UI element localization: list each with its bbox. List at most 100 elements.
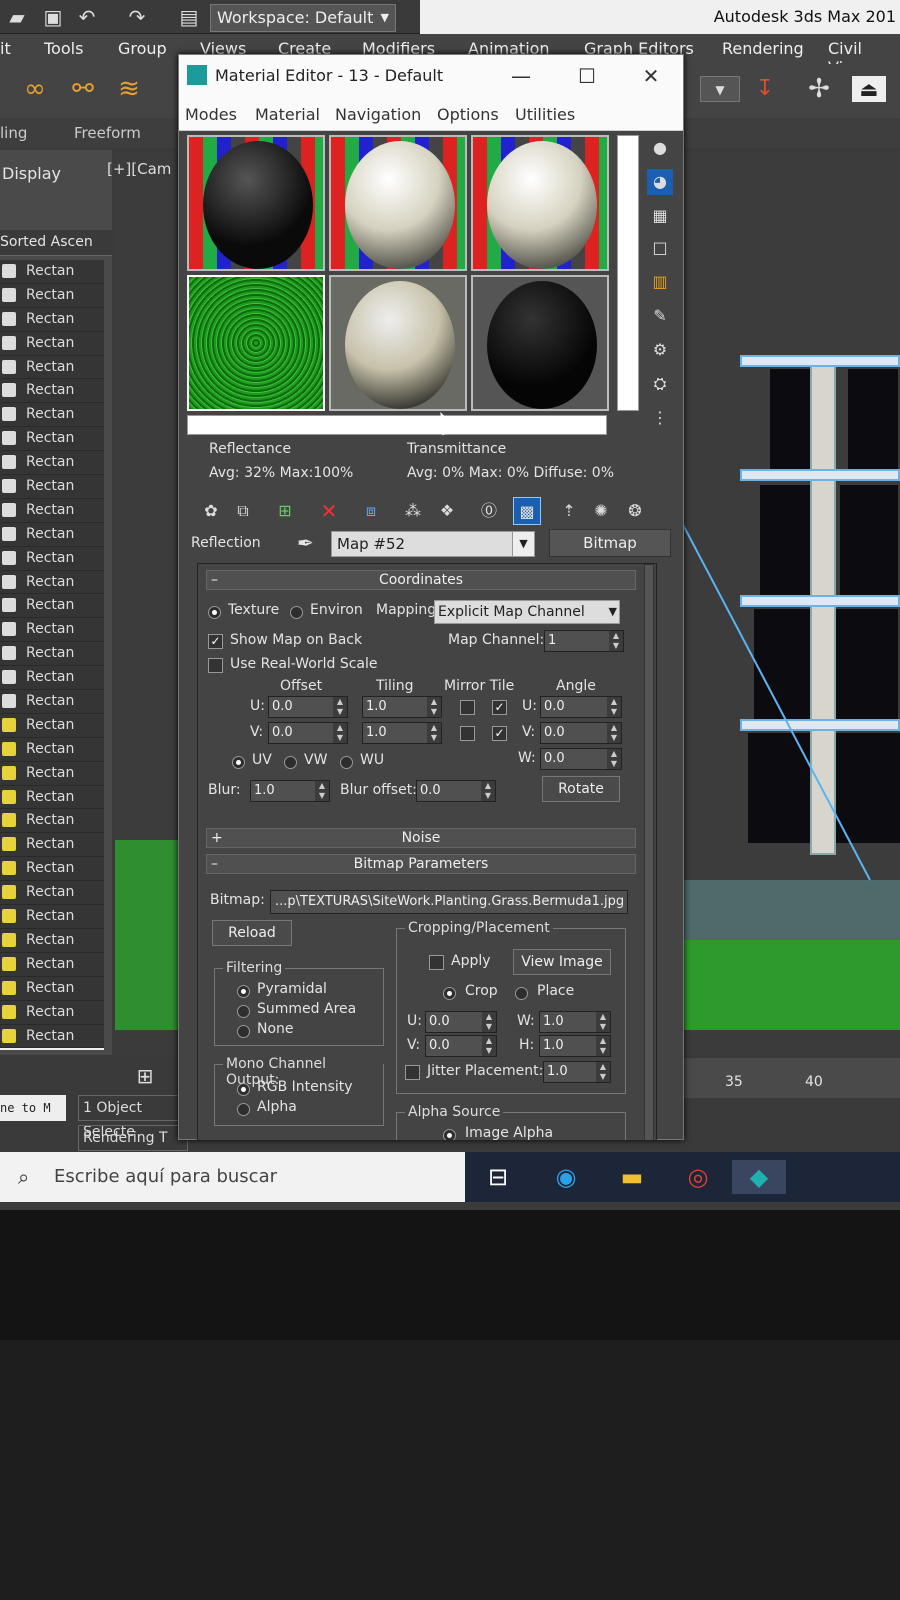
slots-horizontal-scrollbar[interactable]	[187, 415, 607, 435]
mapping-dropdown[interactable]: Explicit Map Channel ▼	[434, 600, 620, 624]
undo-icon[interactable]: ↶	[74, 4, 100, 30]
scene-list-item[interactable]: Rectan	[0, 283, 104, 308]
scene-list-item[interactable]: Rectan	[0, 546, 104, 571]
put-to-scene-icon[interactable]: ⧉	[229, 497, 257, 525]
scene-list-item[interactable]: Rectan	[0, 905, 104, 929]
angle-v-spinner[interactable]: 0.0 ▲ ▼	[540, 722, 622, 744]
shape-object-icon[interactable]	[2, 431, 16, 446]
scene-list-item[interactable]: Rectan	[0, 498, 104, 523]
viewport-label[interactable]: [+][Cam	[107, 160, 171, 178]
project-folder-icon[interactable]: ▤	[176, 4, 202, 30]
jitter-placement-checkbox[interactable]	[405, 1065, 420, 1080]
menu-item-tools[interactable]: Tools	[44, 39, 83, 58]
crop-w-spinner[interactable]: 1.0 ▲ ▼	[539, 1011, 611, 1033]
sort-header[interactable]: Sorted Ascen	[0, 230, 112, 256]
shape-object-icon[interactable]	[2, 407, 16, 422]
sample-slot[interactable]	[329, 135, 467, 271]
light-bulb-icon[interactable]	[2, 885, 16, 900]
eyedropper-icon[interactable]: ✒	[297, 531, 314, 555]
menu-navigation[interactable]: Navigation	[335, 105, 421, 124]
scene-list-item[interactable]: Rectan	[0, 1000, 104, 1025]
display-tab[interactable]: Display	[2, 164, 61, 183]
scene-list-item[interactable]: Rectan	[0, 976, 104, 1001]
scene-list-item[interactable]: Rectan	[0, 928, 104, 953]
open-folder-icon[interactable]: ▰	[4, 4, 30, 30]
scene-object-list[interactable]: Rectan Rectan Rectan Rectan Rectan Rectan Rect…	[0, 260, 104, 1050]
shape-object-icon[interactable]	[2, 455, 16, 470]
crop-h-spinner[interactable]: 1.0 ▲ ▼	[539, 1035, 611, 1057]
place-radio[interactable]	[515, 987, 528, 1000]
shape-object-icon[interactable]	[2, 287, 16, 302]
spinner-arrows-icon[interactable]: ▲ ▼	[607, 749, 621, 769]
go-to-parent-icon[interactable]: ⇡	[555, 497, 583, 525]
scene-list-item[interactable]: Rectan	[0, 355, 104, 380]
scene-list-item[interactable]: Rectan	[0, 618, 104, 643]
task-view-icon[interactable]: ⊟	[480, 1160, 516, 1194]
light-bulb-icon[interactable]	[2, 789, 16, 804]
light-bulb-icon[interactable]	[2, 741, 16, 756]
menu-utilities[interactable]: Utilities	[515, 105, 575, 124]
mirror-u-checkbox[interactable]	[460, 700, 475, 715]
mirror-v-checkbox[interactable]	[460, 726, 475, 741]
menu-material[interactable]: Material	[255, 105, 320, 124]
environ-radio[interactable]	[290, 606, 303, 619]
material-map-navigator-icon[interactable]: ⋮	[647, 405, 673, 431]
map-name-field[interactable]: Map #52 ▼	[331, 531, 535, 557]
time-config-icon[interactable]: ⊞	[132, 1063, 158, 1089]
mono-alpha-radio[interactable]	[237, 1103, 250, 1116]
shape-object-icon[interactable]	[2, 526, 16, 541]
scene-list-item[interactable]: Rectan	[0, 1024, 104, 1049]
maxscript-listener[interactable]: ne to M	[0, 1095, 66, 1121]
blur-spinner[interactable]: 1.0 ▲ ▼	[250, 780, 330, 802]
offset-v-spinner[interactable]: 0.0 ▲ ▼	[268, 722, 348, 744]
show-shaded-material-icon[interactable]: ▩	[513, 497, 541, 525]
assign-to-selection-icon[interactable]: ⊞	[271, 497, 299, 525]
select-upload-icon[interactable]: ⏏	[852, 76, 886, 102]
light-bulb-icon[interactable]	[2, 861, 16, 876]
scene-list-item[interactable]: Rectan	[0, 307, 104, 332]
scene-list-item[interactable]: Rectan	[0, 857, 104, 882]
bitmap-path-button[interactable]: ...p\TEXTURAS\SiteWork.Planting.Grass.Be…	[270, 890, 628, 914]
light-bulb-icon[interactable]	[2, 1028, 16, 1043]
shape-object-icon[interactable]	[2, 598, 16, 613]
scene-list-item[interactable]: Rectan	[0, 379, 104, 404]
shape-object-icon[interactable]	[2, 383, 16, 398]
scene-list-item[interactable]: Rectan	[0, 260, 104, 284]
shape-object-icon[interactable]	[2, 502, 16, 517]
coordinates-rollout-header[interactable]: – Coordinates	[206, 570, 636, 590]
scene-list-item[interactable]: Rectan	[0, 833, 104, 858]
tile-u-checkbox[interactable]: ✓	[492, 700, 507, 715]
shape-object-icon[interactable]	[2, 264, 16, 278]
spinner-arrows-icon[interactable]: ▲ ▼	[609, 631, 623, 651]
light-bulb-icon[interactable]	[2, 765, 16, 780]
shape-object-icon[interactable]	[2, 670, 16, 685]
scene-list-item[interactable]: Rectan	[0, 785, 104, 810]
crop-v-spinner[interactable]: 0.0 ▲ ▼	[425, 1035, 497, 1057]
shape-object-icon[interactable]	[2, 694, 16, 709]
texture-radio[interactable]	[208, 606, 221, 619]
vw-radio[interactable]	[284, 756, 297, 769]
taskbar-search-box[interactable]: ⌕ Escribe aquí para buscar	[0, 1152, 465, 1202]
reset-map-icon[interactable]: ✕	[315, 497, 343, 525]
angle-u-spinner[interactable]: 0.0 ▲ ▼	[540, 696, 622, 718]
scene-list-item[interactable]: Rectan	[0, 809, 104, 834]
scene-list-item[interactable]: Rectan	[0, 666, 104, 691]
make-unique-icon[interactable]: ⁂	[399, 497, 427, 525]
menu-item-rendering[interactable]: Rendering	[722, 39, 804, 58]
3dsmax-taskbar-icon[interactable]: ◆	[732, 1160, 786, 1194]
sample-uv-tiling-icon[interactable]: □	[647, 235, 673, 261]
chrome-browser-icon[interactable]: ◎	[680, 1160, 716, 1194]
shape-object-icon[interactable]	[2, 311, 16, 326]
shape-object-icon[interactable]	[2, 622, 16, 637]
light-bulb-icon[interactable]	[2, 909, 16, 924]
sample-slot[interactable]	[471, 135, 609, 271]
light-bulb-icon[interactable]	[2, 813, 16, 828]
sample-type-sphere-icon[interactable]: ●	[647, 135, 673, 161]
view-image-button[interactable]: View Image	[513, 949, 611, 975]
go-forward-sibling-icon[interactable]: ✺	[587, 497, 615, 525]
spinner-arrows-icon[interactable]: ▲ ▼	[427, 723, 441, 743]
scene-list-item[interactable]: Rectan	[0, 570, 104, 595]
spinner-arrows-icon[interactable]: ▲ ▼	[482, 1036, 496, 1056]
edge-browser-icon[interactable]: ◉	[548, 1160, 584, 1194]
material-editor-window[interactable]: Material Editor - 13 - Default — ☐ ✕ Mod…	[178, 54, 684, 1141]
